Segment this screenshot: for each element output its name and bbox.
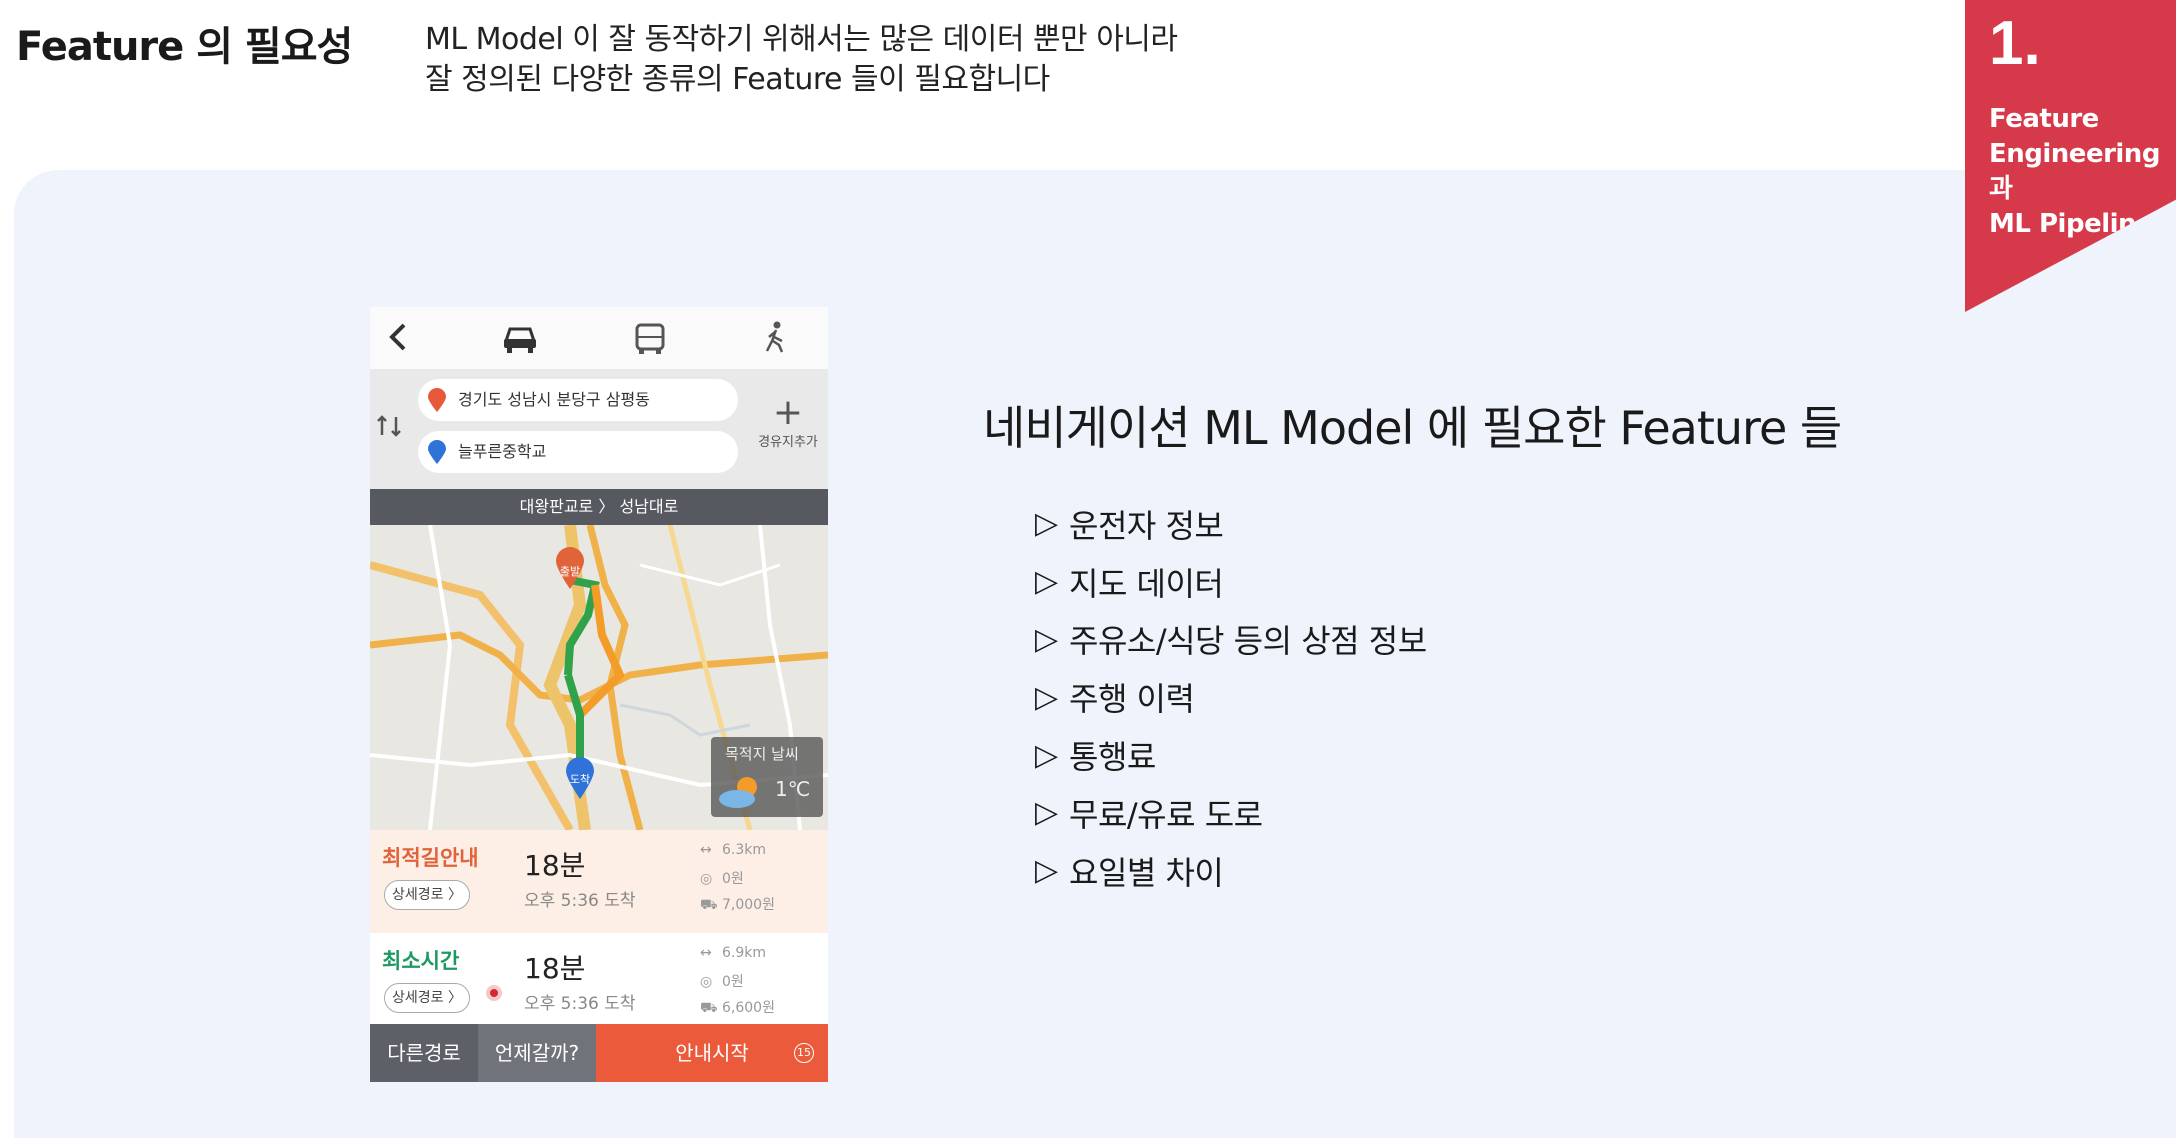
end-marker-label: 도착	[570, 773, 590, 786]
list-item: ▷ 주행 이력	[1035, 679, 1195, 719]
list-item: ▷ 지도 데이터	[1035, 564, 1224, 603]
route-fuel: ⛟ 6,600원	[700, 1000, 775, 1016]
bullet-triangle-icon: ▷	[1035, 853, 1058, 889]
slide-title: Feature 의 필요성	[16, 24, 353, 70]
route-fuel: ⛟ 7,000원	[700, 897, 775, 913]
list-item: ▷ 운전자 정보	[1035, 506, 1224, 545]
when-to-go-button[interactable]: 언제갈까?	[478, 1024, 596, 1082]
slide-subtitle: ML Model 이 잘 동작하기 위해서는 많은 데이터 뿐만 아니라 잘 정…	[425, 22, 1178, 97]
swap-route-icon[interactable]	[374, 411, 404, 441]
route-distance: ↔ 6.3km	[700, 842, 767, 858]
road-name-bar: 대왕판교로 〉 성남대로	[370, 489, 828, 525]
route-toll: ◎ 0원	[700, 871, 744, 887]
bullet-triangle-icon: ▷	[1035, 679, 1058, 715]
route-distance: ↔ 6.9km	[700, 945, 767, 961]
route-arrival: 오후 5:36 도착	[524, 891, 636, 911]
car-icon[interactable]	[498, 315, 542, 359]
start-navigation-button[interactable]: 안내시작 15	[596, 1024, 828, 1082]
weather-label: 목적지 날씨	[725, 745, 799, 763]
route-detail-button[interactable]: 상세경로 〉	[384, 880, 470, 910]
route-toll: ◎ 0원	[700, 974, 744, 990]
origin-field[interactable]: 경기도 성남시 분당구 삼평동	[418, 379, 738, 421]
list-item: ▷ 통행료	[1035, 737, 1156, 777]
feature-list: ▷ 운전자 정보 ▷ 지도 데이터 ▷ 주유소/식당 등의 상점 정보 ▷ 주행 이력 …	[1035, 495, 1427, 900]
bullet-triangle-icon: ▷	[1035, 737, 1058, 773]
weather-temp: 1℃	[775, 777, 811, 801]
other-route-button[interactable]: 다른경로	[370, 1024, 478, 1082]
bullet-triangle-icon: ▷	[1035, 564, 1058, 600]
fuel-icon: ⛟	[700, 897, 718, 913]
bottom-action-bar: 다른경로 언제갈까? 안내시작 15	[370, 1024, 828, 1082]
plus-icon: +	[772, 392, 804, 433]
route-option-optimal[interactable]: 최적길안내 상세경로 〉 18분 오후 5:36 도착 ↔ 6.3km ◎ 0원 ⛟…	[370, 830, 828, 933]
toll-icon: ◎	[700, 871, 713, 887]
start-marker-label: 출발	[560, 565, 580, 578]
route-arrival: 오후 5:36 도착	[524, 994, 636, 1014]
list-item: ▷ 주유소/식당 등의 상점 정보	[1035, 621, 1427, 661]
distance-icon: ↔	[700, 842, 712, 858]
destination-text: 늘푸른중학교	[458, 442, 547, 461]
features-heading: 네비게이션 ML Model 에 필요한 Feature 들	[983, 401, 1842, 455]
destination-field[interactable]: 늘푸른중학교	[418, 431, 738, 473]
back-icon[interactable]	[384, 315, 414, 359]
walk-icon[interactable]	[754, 315, 798, 359]
navigation-app-screenshot: 경기도 성남시 분당구 삼평동 늘푸른중학교 + 경유지추가 대왕판교로 〉 성…	[370, 307, 828, 1082]
route-name: 최소시간	[382, 949, 460, 973]
distance-icon: ↔	[700, 945, 712, 961]
section-number: 1.	[1989, 9, 2041, 78]
fuel-icon: ⛟	[700, 1000, 718, 1016]
cursor-dot-icon	[486, 985, 502, 1001]
destination-weather: 목적지 날씨 1℃	[711, 737, 823, 817]
add-waypoint-button[interactable]: + 경유지추가	[750, 392, 826, 451]
list-item: ▷ 무료/유료 도로	[1035, 795, 1263, 834]
transport-tabbar	[370, 307, 828, 369]
weather-cloud-icon	[719, 777, 757, 808]
destination-pin-icon	[428, 440, 446, 464]
route-name: 최적길안내	[382, 846, 479, 870]
bullet-triangle-icon: ▷	[1035, 621, 1058, 657]
route-option-fastest[interactable]: 최소시간 상세경로 〉 18분 오후 5:36 도착 ↔ 6.9km ◎ 0원 ⛟ 6…	[370, 933, 828, 1036]
route-time: 18분	[524, 952, 586, 985]
add-waypoint-label: 경유지추가	[758, 435, 818, 450]
toll-icon: ◎	[700, 974, 713, 990]
start-navigation-label: 안내시작	[675, 1041, 749, 1065]
bullet-triangle-icon: ▷	[1035, 795, 1058, 831]
list-item: ▷ 요일별 차이	[1035, 853, 1224, 892]
route-time: 18분	[524, 849, 586, 882]
origin-text: 경기도 성남시 분당구 삼평동	[458, 390, 650, 409]
bus-icon[interactable]	[628, 315, 672, 359]
route-input-box: 경기도 성남시 분당구 삼평동 늘푸른중학교 + 경유지추가	[370, 369, 828, 489]
origin-pin-icon	[428, 388, 446, 412]
bullet-triangle-icon: ▷	[1035, 506, 1058, 542]
countdown-badge: 15	[794, 1043, 814, 1063]
route-detail-button[interactable]: 상세경로 〉	[384, 983, 470, 1013]
